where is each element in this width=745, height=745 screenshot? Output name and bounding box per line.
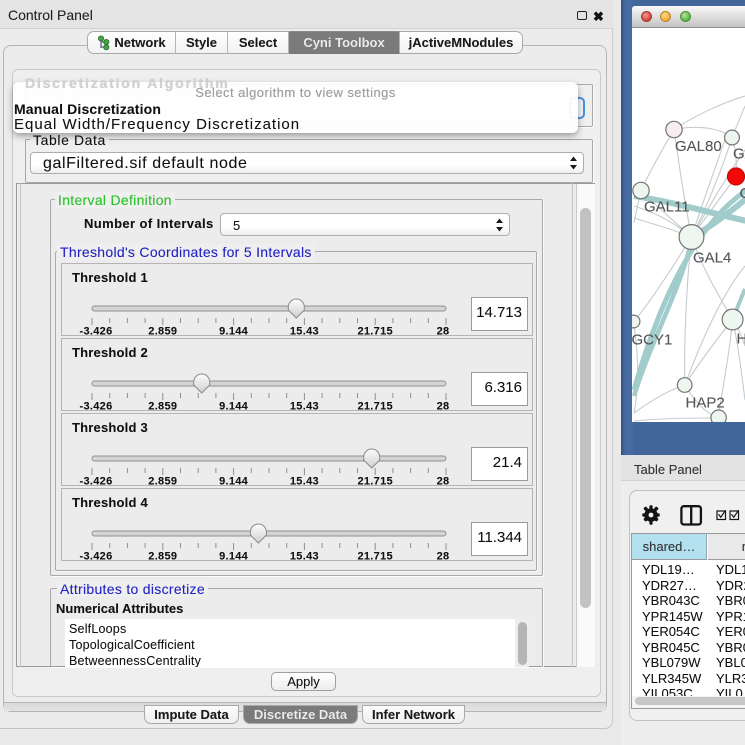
svg-text:28: 28 [437,476,450,487]
svg-text:C: C [740,185,745,202]
svg-text:21.715: 21.715 [357,326,392,337]
svg-text:GAL11: GAL11 [644,199,690,216]
svg-text:21.715: 21.715 [357,476,392,487]
svg-text:GAL80: GAL80 [675,138,722,155]
svg-text:9.144: 9.144 [219,551,249,562]
svg-text:-3.426: -3.426 [80,551,113,562]
svg-text:GAL4: GAL4 [693,250,731,267]
svg-text:15.43: 15.43 [290,401,319,412]
svg-text:9.144: 9.144 [219,326,249,337]
svg-text:28: 28 [437,401,450,412]
svg-text:28: 28 [437,551,450,562]
svg-text:-3.426: -3.426 [80,326,113,337]
svg-text:15.43: 15.43 [290,326,319,337]
svg-text:15.43: 15.43 [290,551,319,562]
svg-text:9.144: 9.144 [219,476,249,487]
svg-text:H: H [737,331,745,348]
svg-text:21.715: 21.715 [357,551,392,562]
svg-text:2.859: 2.859 [148,476,177,487]
svg-text:-3.426: -3.426 [80,401,113,412]
svg-text:HAP2: HAP2 [686,395,725,412]
svg-text:-3.426: -3.426 [80,476,113,487]
svg-text:2.859: 2.859 [148,326,177,337]
svg-text:15.43: 15.43 [290,476,319,487]
svg-text:28: 28 [437,326,450,337]
svg-text:GCY1: GCY1 [632,332,672,349]
svg-text:21.715: 21.715 [357,401,392,412]
svg-text:2.859: 2.859 [148,401,177,412]
svg-text:9.144: 9.144 [219,401,249,412]
svg-text:2.859: 2.859 [148,551,177,562]
svg-text:GAL: GAL [733,146,745,163]
